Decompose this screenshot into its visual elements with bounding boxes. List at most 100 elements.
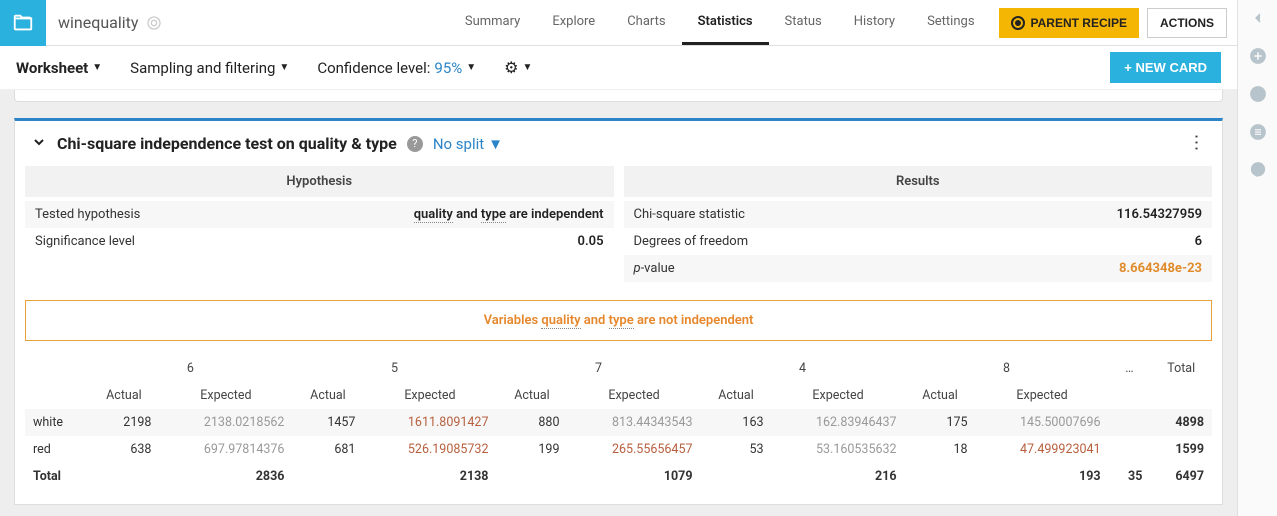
sampling-label: Sampling and filtering (130, 59, 275, 77)
pvalue-label: p-value (634, 261, 1119, 276)
chisq-card: Chi-square independence test on quality … (14, 118, 1223, 505)
caret-down-icon: ▼ (92, 62, 102, 73)
caret-down-icon: ▼ (488, 135, 503, 153)
confidence-dropdown[interactable]: Confidence level: 95% ▼ (317, 59, 476, 77)
cell-expected: 162.83946437 (772, 409, 905, 436)
worksheet-label: Worksheet (16, 59, 88, 77)
tab-statistics[interactable]: Statistics (682, 0, 769, 45)
subcol-actual: Actual (292, 382, 363, 409)
cell-actual: 880 (496, 409, 567, 436)
list-icon[interactable] (1248, 122, 1268, 142)
dof-value: 6 (1195, 234, 1202, 249)
col-group: 6 (88, 355, 292, 382)
split-dropdown[interactable]: No split ▼ (433, 135, 503, 153)
dataset-folder-icon[interactable] (0, 0, 46, 46)
pvalue-value: 8.664348e-23 (1119, 261, 1202, 276)
subcol-actual: Actual (88, 382, 159, 409)
dataset-name-text: winequality (58, 13, 138, 32)
cell-expected: 53.160535632 (772, 436, 905, 463)
dataset-name: winequality (46, 13, 174, 32)
subcol-actual: Actual (496, 382, 567, 409)
tested-hypothesis-label: Tested hypothesis (35, 207, 414, 222)
card-header: Chi-square independence test on quality … (15, 121, 1222, 166)
cell-expected: 697.97814376 (159, 436, 292, 463)
help-icon[interactable]: ? (407, 136, 423, 152)
info-icon[interactable]: i (1248, 84, 1268, 104)
tab-status[interactable]: Status (769, 0, 838, 45)
cell-expected: 47.499923041 (976, 436, 1109, 463)
tab-history[interactable]: History (838, 0, 911, 45)
collapse-panel-icon[interactable] (1248, 8, 1268, 28)
hypothesis-panel: Hypothesis Tested hypothesis quality and… (25, 166, 614, 286)
parent-recipe-label: PARENT RECIPE (1031, 16, 1127, 30)
target-icon[interactable] (146, 15, 162, 31)
subcol-expected: Expected (976, 382, 1109, 409)
confidence-value: 95% (434, 59, 462, 77)
card-menu-icon[interactable]: ⋯ (1186, 134, 1207, 154)
chisq-stat-value: 116.54327959 (1117, 207, 1202, 222)
col-group: 7 (496, 355, 700, 382)
settings-dropdown[interactable]: ⚙ ▼ (504, 58, 532, 77)
cell-actual: 1457 (292, 409, 363, 436)
cell-expected: 265.55656457 (567, 436, 700, 463)
cell-actual: 53 (701, 436, 772, 463)
split-label: No split (433, 135, 484, 153)
results-panel: Results Chi-square statistic 116.5432795… (624, 166, 1213, 286)
tab-summary[interactable]: Summary (449, 0, 536, 45)
cell-actual: 681 (292, 436, 363, 463)
cell-expected: 1611.8091427 (363, 409, 496, 436)
row-total: 4898 (1150, 409, 1212, 436)
right-side-panel: i (1237, 0, 1277, 516)
cell-expected: 526.19085732 (363, 436, 496, 463)
workspace: Chi-square independence test on quality … (0, 90, 1237, 516)
cell-actual: 175 (905, 409, 976, 436)
previous-card-edge (14, 90, 1223, 102)
col-group: 5 (292, 355, 496, 382)
totals-row: Total283621381079216193356497 (25, 463, 1212, 490)
new-card-button[interactable]: + NEW CARD (1110, 52, 1221, 83)
col-group: 4 (701, 355, 905, 382)
tab-explore[interactable]: Explore (536, 0, 611, 45)
table-row: red638697.97814376681526.19085732199265.… (25, 436, 1212, 463)
significance-value: 0.05 (578, 234, 604, 249)
row-total: 1599 (1150, 436, 1212, 463)
col-group: 8 (905, 355, 1109, 382)
table-row: white21982138.021856214571611.8091427880… (25, 409, 1212, 436)
dof-label: Degrees of freedom (634, 234, 1195, 249)
cell-actual: 163 (701, 409, 772, 436)
recipe-icon (1011, 16, 1025, 30)
actions-button[interactable]: ACTIONS (1147, 8, 1227, 38)
chat-icon[interactable] (1248, 160, 1268, 180)
row-label: white (25, 409, 88, 436)
cell-expected: 2138.0218562 (159, 409, 292, 436)
chisq-stat-label: Chi-square statistic (634, 207, 1117, 222)
subcol-expected: Expected (159, 382, 292, 409)
subcol-actual: Actual (701, 382, 772, 409)
cell-actual: 199 (496, 436, 567, 463)
col-group: Total (1150, 355, 1212, 382)
parent-recipe-button[interactable]: PARENT RECIPE (999, 8, 1139, 38)
row-label: red (25, 436, 88, 463)
results-header: Results (624, 166, 1213, 197)
cell-actual: 638 (88, 436, 159, 463)
subcol-expected: Expected (567, 382, 700, 409)
subcol-actual: Actual (905, 382, 976, 409)
caret-down-icon: ▼ (279, 62, 289, 73)
worksheet-dropdown[interactable]: Worksheet ▼ (16, 59, 102, 77)
caret-down-icon: ▼ (466, 62, 476, 73)
card-title: Chi-square independence test on quality … (57, 134, 397, 153)
tab-settings[interactable]: Settings (911, 0, 990, 45)
collapse-icon[interactable] (31, 134, 47, 154)
top-nav: SummaryExploreChartsStatisticsStatusHist… (449, 0, 991, 45)
col-group: … (1109, 355, 1151, 382)
confidence-label: Confidence level: (317, 59, 430, 77)
hypothesis-header: Hypothesis (25, 166, 614, 197)
subcol-expected: Expected (363, 382, 496, 409)
tab-charts[interactable]: Charts (611, 0, 681, 45)
add-icon[interactable] (1248, 46, 1268, 66)
conclusion-banner: Variables quality and type are not indep… (25, 300, 1212, 341)
significance-label: Significance level (35, 234, 578, 249)
toolbar: Worksheet ▼ Sampling and filtering ▼ Con… (0, 46, 1237, 90)
tested-hypothesis-value: quality and type are independent (414, 207, 604, 222)
sampling-dropdown[interactable]: Sampling and filtering ▼ (130, 59, 289, 77)
